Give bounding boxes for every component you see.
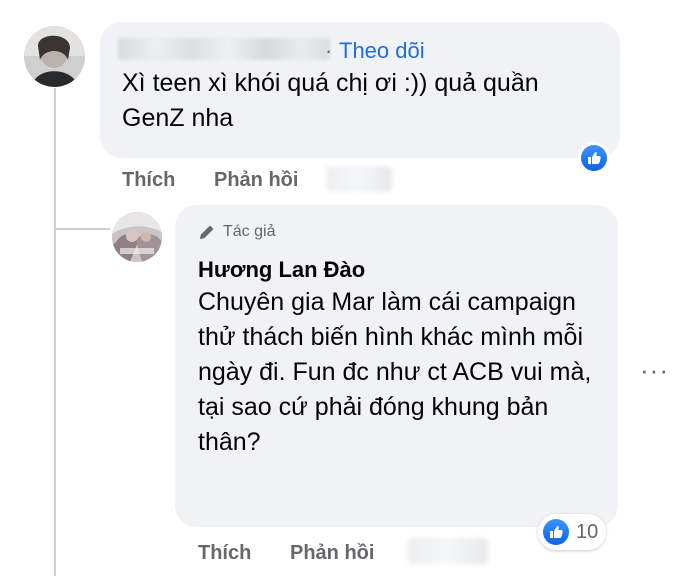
thread-connector-vertical (54, 88, 56, 228)
reply-author-avatar-image (112, 212, 162, 262)
comment-reaction-badge[interactable] (578, 142, 610, 174)
follow-link[interactable]: Theo dõi (339, 38, 425, 64)
reaction-count: 10 (576, 520, 599, 543)
reply-reaction-pill[interactable]: 10 (538, 514, 607, 550)
commenter-name-redacted (118, 38, 330, 60)
pencil-icon (200, 225, 214, 239)
thread-connector-continuation (54, 230, 56, 576)
reply-author-name[interactable]: Hương Lan Đào (198, 257, 365, 283)
author-badge: Tác giả (197, 222, 275, 242)
commenter-avatar-image (24, 26, 85, 87)
comment-like-action[interactable]: Thích (122, 169, 175, 192)
reply-reply-action[interactable]: Phản hồi (290, 542, 374, 565)
reply-like-action[interactable]: Thích (198, 542, 251, 565)
reply-text: Chuyên gia Mar làm cái campaign thử thác… (198, 288, 592, 456)
reply-timestamp-redacted (408, 538, 488, 564)
reply-author-avatar[interactable] (112, 212, 162, 262)
comment-text: Xì teen xì khói quá chị ơi :)) quả quần … (122, 69, 539, 132)
author-badge-label: Tác giả (223, 223, 276, 240)
more-options-button[interactable]: ··· (640, 357, 669, 383)
comment-timestamp-redacted (326, 166, 392, 192)
thumbs-up-icon (550, 526, 563, 538)
commenter-avatar[interactable] (24, 26, 85, 87)
thumbs-up-icon (588, 152, 601, 164)
follow-separator: · (325, 38, 333, 63)
comment-reply-action[interactable]: Phản hồi (214, 169, 298, 192)
thread-connector-horizontal (54, 228, 110, 230)
